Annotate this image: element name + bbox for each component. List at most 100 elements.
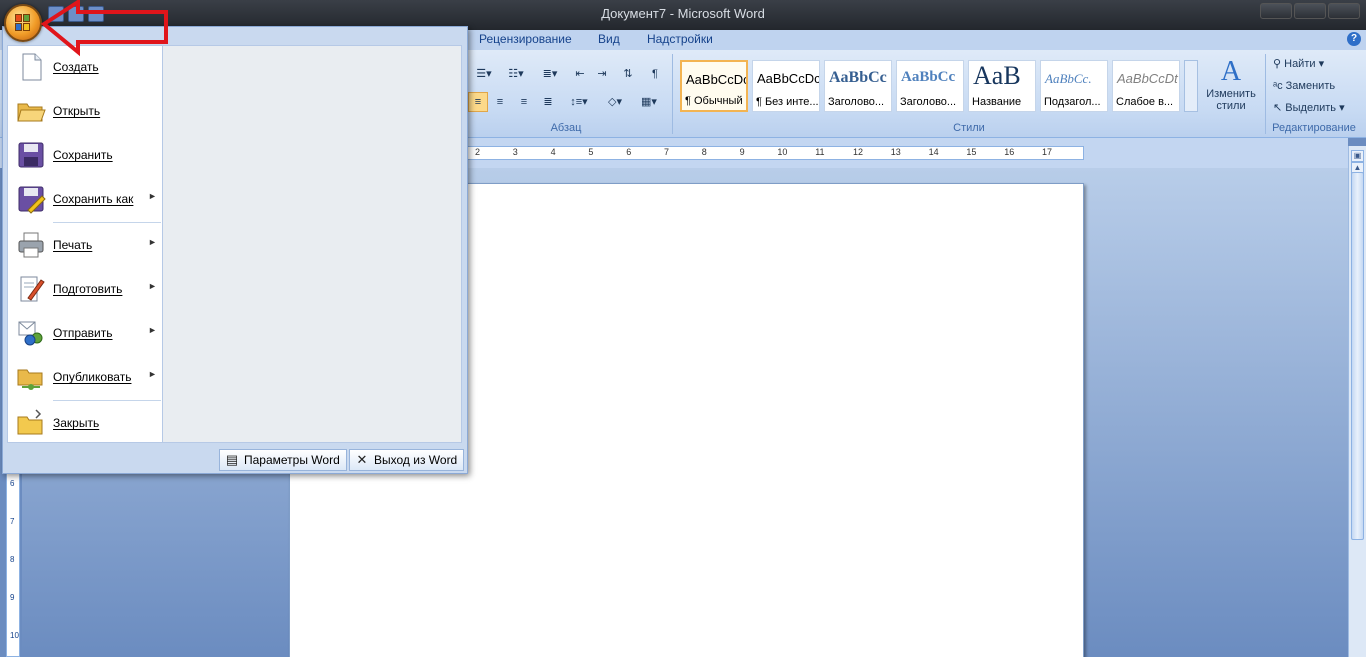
ruler-number: 9 (739, 147, 745, 157)
change-styles-icon: A (1220, 56, 1242, 87)
menu-separator (53, 400, 161, 401)
minimize-button[interactable] (1260, 3, 1292, 19)
exit-word-button[interactable]: ✕ Выход из Word (349, 449, 465, 471)
menu-item-publish[interactable]: Опубликовать ► (8, 357, 161, 397)
style-name: Слабое в... (1116, 96, 1174, 108)
find-label: Найти (1284, 58, 1316, 70)
borders-button[interactable]: ▦▾ (634, 92, 664, 112)
ruler-number: 8 (701, 147, 707, 157)
menu-item-print[interactable]: Печать ► (8, 225, 161, 265)
ruler-number: 13 (890, 147, 901, 157)
vertical-scrollbar[interactable]: ▣ ▲ (1348, 146, 1366, 657)
save-as-icon (18, 186, 46, 214)
office-button[interactable] (4, 4, 42, 42)
open-folder-icon (17, 103, 46, 122)
shading-button[interactable]: ◇▾ (600, 92, 630, 112)
menu-item-save-as[interactable]: Сохранить как ► (8, 179, 161, 219)
word-options-label: Параметры Word (244, 453, 340, 467)
send-icon (18, 321, 43, 346)
group-label-styles: Стили (953, 122, 985, 134)
menu-item-prepare[interactable]: Подготовить ► (8, 269, 161, 309)
align-center-button[interactable]: ≡ (490, 92, 510, 112)
menu-item-open[interactable]: Открыть (8, 91, 161, 131)
submenu-arrow-icon: ► (148, 237, 157, 247)
ruler-toggle-icon[interactable]: ▣ (1351, 150, 1364, 162)
ruler-number: 2 (475, 147, 481, 157)
align-left-button[interactable]: ≡ (468, 92, 488, 112)
ruler-number: 10 (10, 631, 19, 640)
ruler-number: 4 (550, 147, 556, 157)
ruler-number: 9 (10, 593, 15, 602)
help-icon[interactable]: ? (1347, 32, 1361, 46)
maximize-button[interactable] (1294, 3, 1326, 19)
show-marks-button[interactable]: ¶ (645, 64, 665, 84)
multilevel-list-button[interactable]: ≣▾ (536, 64, 564, 84)
style-sample: AaBbCcDc (757, 71, 820, 86)
decrease-indent-button[interactable]: ⇤ (570, 64, 590, 84)
style-title[interactable]: AaB Название (968, 60, 1036, 112)
increase-indent-button[interactable]: ⇥ (592, 64, 612, 84)
numbering-button[interactable]: ☷▾ (502, 64, 530, 84)
justify-button[interactable]: ≣ (538, 92, 558, 112)
menu-item-close[interactable]: Закрыть (8, 403, 161, 443)
line-spacing-button[interactable]: ↕≡▾ (564, 92, 594, 112)
style-name: Подзагол... (1044, 96, 1101, 108)
scrollbar-thumb[interactable] (1351, 172, 1364, 540)
publish-icon (17, 369, 43, 390)
style-subtle-emphasis[interactable]: AaBbCcDt Слабое в... (1112, 60, 1180, 112)
ruler-number: 8 (10, 555, 15, 564)
select-label: Выделить (1285, 102, 1337, 114)
menu-item-send[interactable]: Отправить ► (8, 313, 161, 353)
submenu-arrow-icon: ► (148, 281, 157, 291)
ruler-number: 16 (1004, 147, 1015, 157)
align-right-button[interactable]: ≡ (514, 92, 534, 112)
office-menu-footer: ▤ Параметры Word ✕ Выход из Word (3, 445, 467, 473)
close-window-button[interactable] (1328, 3, 1360, 19)
recent-documents-panel (162, 45, 462, 443)
vertical-ruler[interactable]: 6 7 8 9 10 (6, 470, 20, 657)
style-name: Заголово... (900, 96, 957, 108)
style-normal[interactable]: AaBbCcDc ¶ Обычный (680, 60, 748, 112)
ruler-number: 17 (1042, 147, 1053, 157)
submenu-arrow-icon: ► (148, 191, 157, 201)
horizontal-ruler[interactable]: 2 3 4 5 6 7 8 9 10 11 12 13 14 15 16 17 (466, 146, 1084, 160)
group-separator (672, 54, 673, 134)
menu-item-label: Опубликовать (53, 370, 132, 384)
bullets-button[interactable]: ☰▾ (470, 64, 498, 84)
style-name: ¶ Без инте... (756, 96, 819, 108)
select-button[interactable]: ↖ Выделить ▾ (1272, 98, 1356, 118)
submenu-arrow-icon: ► (148, 325, 157, 335)
style-heading-2[interactable]: AaBbCc Заголово... (896, 60, 964, 112)
style-subtitle[interactable]: AaBbCc. Подзагол... (1040, 60, 1108, 112)
style-name: Название (972, 96, 1022, 108)
replace-icon: ᵃc (1273, 80, 1286, 92)
word-options-button[interactable]: ▤ Параметры Word (219, 449, 347, 471)
style-heading-1[interactable]: AaBbCc Заголово... (824, 60, 892, 112)
menu-item-label: Сохранить как (53, 192, 134, 206)
find-button[interactable]: ⚲ Найти ▾ (1272, 54, 1352, 74)
tab-addins[interactable]: Надстройки (647, 32, 713, 46)
menu-item-label: Печать (53, 238, 93, 252)
tab-review[interactable]: Рецензирование (479, 32, 572, 46)
styles-gallery-scroll[interactable] (1184, 60, 1198, 112)
menu-item-label: Закрыть (53, 416, 100, 430)
office-menu: Создать Открыть Сохранить Сохранить как … (2, 26, 468, 474)
change-styles-label: Изменить стили (1206, 88, 1256, 112)
replace-label: Заменить (1285, 80, 1336, 92)
styles-gallery: AaBbCcDc ¶ Обычный AaBbCcDc ¶ Без инте..… (680, 60, 1180, 112)
group-label-editing: Редактирование (1272, 122, 1356, 134)
close-folder-icon (17, 409, 43, 435)
ruler-number: 7 (10, 517, 15, 526)
tab-view[interactable]: Вид (598, 32, 620, 46)
menu-item-save[interactable]: Сохранить (8, 135, 161, 175)
menu-item-label: Подготовить (53, 282, 123, 296)
style-sample: AaB (973, 61, 1021, 90)
change-styles-button[interactable]: A Изменить стили (1202, 56, 1260, 118)
sort-button[interactable]: ⇅ (618, 64, 638, 84)
replace-button[interactable]: ᵃc Заменить (1272, 76, 1352, 96)
menu-item-label: Отправить (53, 326, 113, 340)
options-icon: ▤ (225, 452, 239, 467)
menu-item-label: Сохранить (53, 148, 113, 162)
style-no-spacing[interactable]: AaBbCcDc ¶ Без инте... (752, 60, 820, 112)
ruler-number: 5 (588, 147, 594, 157)
